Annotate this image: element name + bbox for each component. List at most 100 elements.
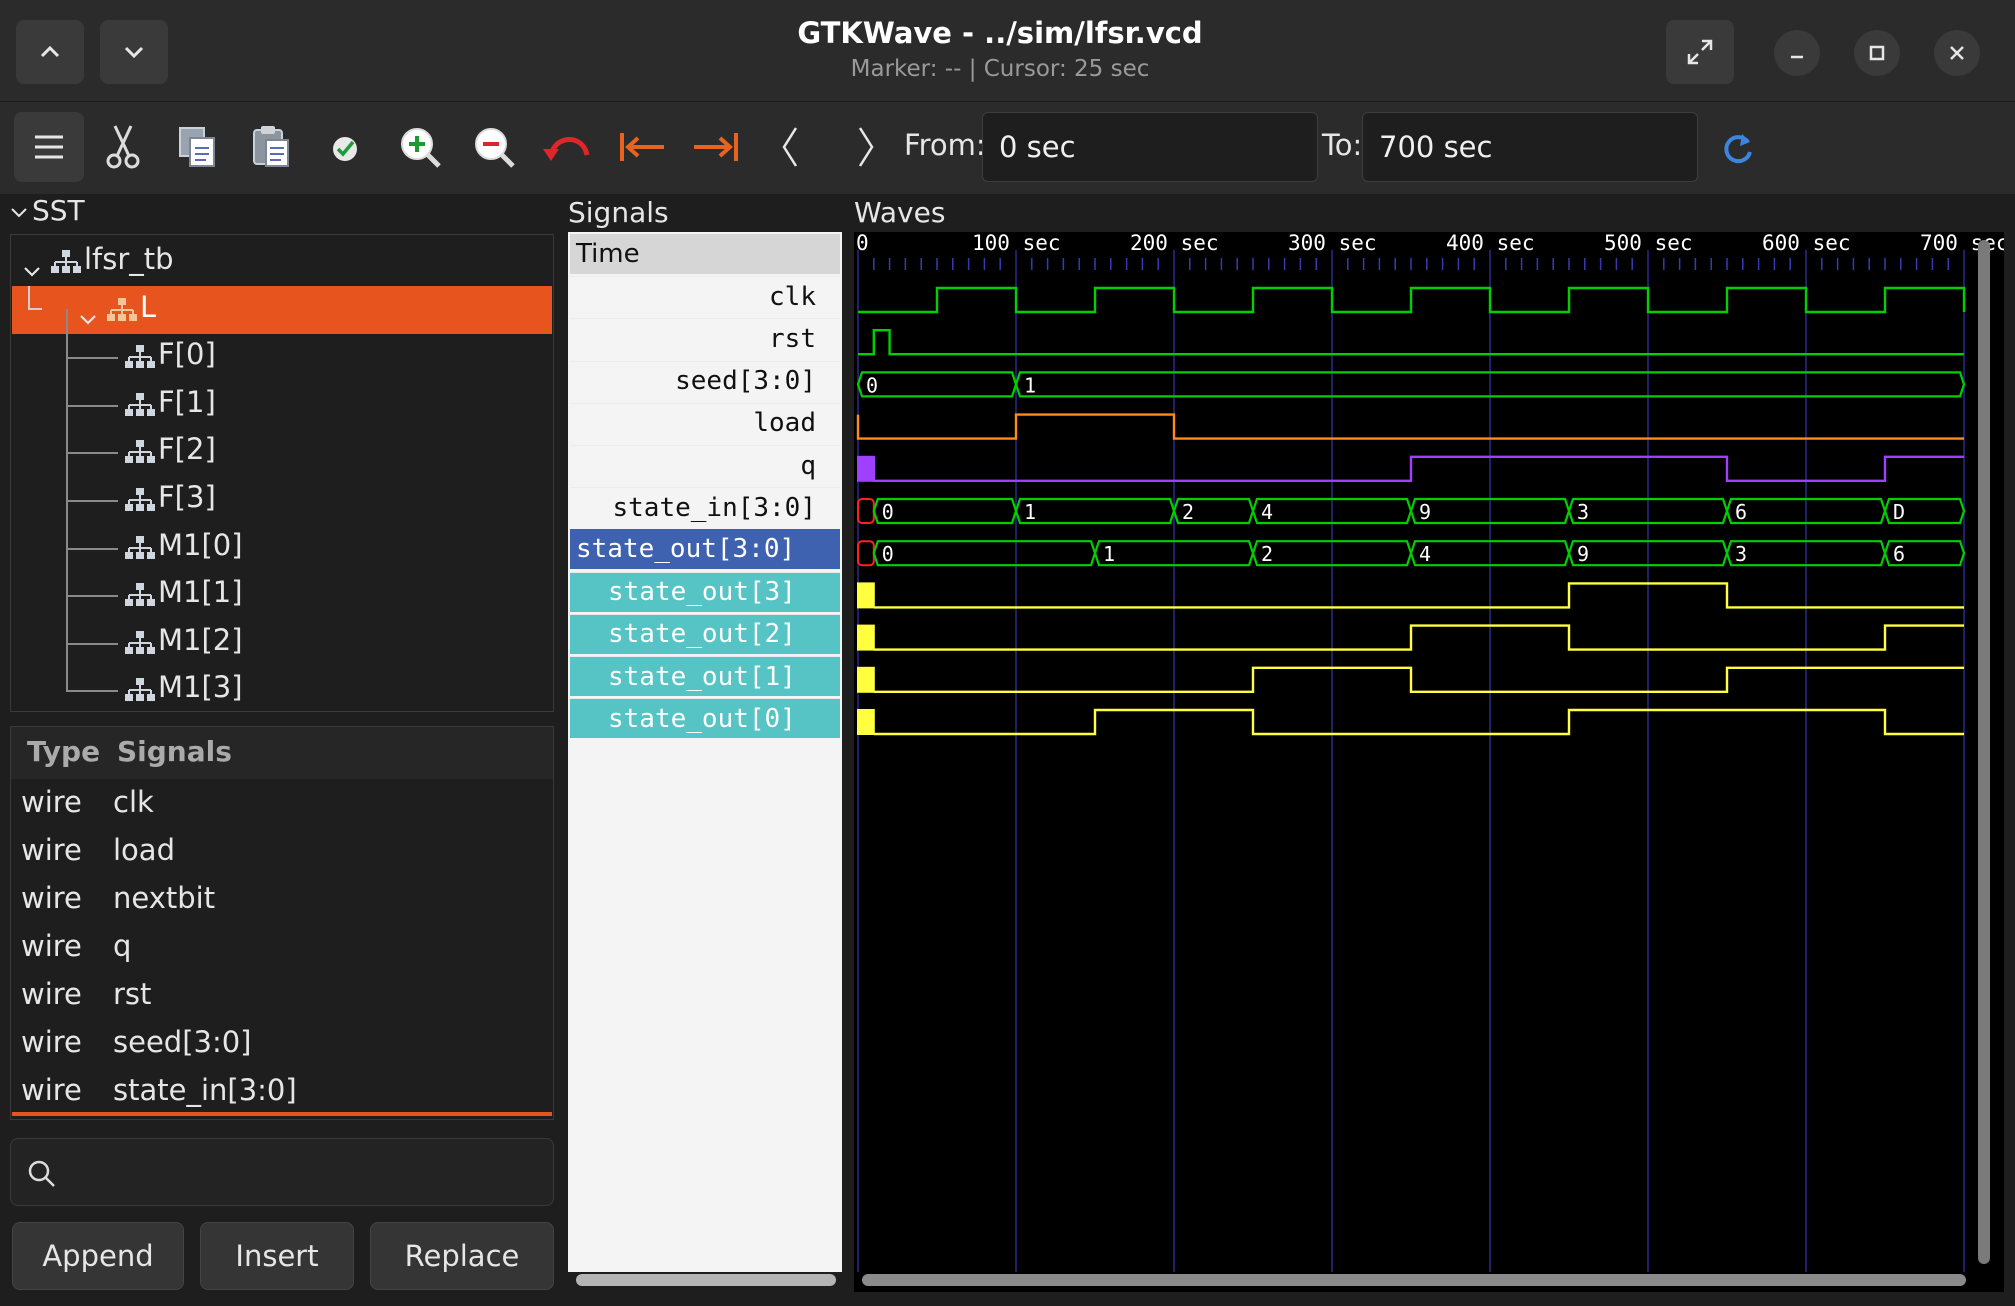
chevron-down-icon [124,46,144,59]
ruler-tick-label: 300 sec [1288,232,1377,255]
sst-tree-item[interactable]: M1[3] [12,642,552,714]
signal-waveform [858,329,1964,356]
signal-row-label: state_out[2] [608,619,796,650]
signal-search-field[interactable] [10,1138,554,1206]
module-icon [125,345,155,369]
bus-value-label: 2 [1261,542,1273,566]
signal-type-cell[interactable]: wire [21,1073,82,1107]
paste-button[interactable] [246,116,296,178]
signal-type-cell[interactable]: wire [21,1025,82,1059]
signal-name-cell[interactable]: q [113,929,131,963]
signal-row[interactable]: state_out[1] [570,656,840,696]
signal-type-cell[interactable]: wire [21,977,82,1011]
scroll-down-button[interactable] [100,20,168,84]
tree-branch-line [28,285,42,310]
signal-row[interactable]: state_out[0] [570,698,840,739]
bus-value-label: 4 [1261,500,1273,524]
next-edge-button[interactable] [846,116,886,178]
cut-button[interactable] [100,116,146,178]
bus-segment [872,540,1097,567]
menu-icon [35,135,63,159]
signal-name-cell[interactable]: rst [113,977,151,1011]
waves-vertical-scrollbar[interactable] [1978,240,1990,1264]
bus-value-label: 1 [1024,500,1036,524]
ruler-tick-label: 700 sec [1920,232,2004,255]
zoom-in-icon [401,128,441,168]
zoom-in-button[interactable] [394,116,446,178]
tree-branch-line [66,404,118,455]
select-all-icon [333,137,357,161]
close-button[interactable] [1934,30,1980,76]
signal-row-label: q [800,450,816,481]
signal-row[interactable]: state_out[3:0] [570,529,840,570]
signal-row-label: seed[3:0] [675,366,816,397]
signals-header: Signals [568,196,669,229]
append-button[interactable]: Append [12,1222,184,1290]
signal-name-cell[interactable]: clk [113,785,154,819]
reload-button[interactable] [1716,120,1760,176]
minimize-button[interactable] [1774,30,1820,76]
panel-separator[interactable] [12,1112,552,1116]
signal-row[interactable]: seed[3:0] [570,360,840,401]
insert-button[interactable]: Insert [200,1222,354,1290]
module-icon [125,392,155,416]
copy-button[interactable] [172,116,222,178]
next-edge-icon [858,127,874,167]
signal-row[interactable]: load [570,402,840,443]
bus-value-label: 9 [1419,500,1431,524]
signal-name-cell[interactable]: nextbit [113,881,215,915]
minimize-icon [1791,55,1803,59]
signal-row[interactable]: rst [570,318,840,358]
sst-tree-item[interactable]: lfsr_tb [12,238,552,286]
tree-branch-line [66,547,118,598]
zoom-begin-button[interactable] [616,116,668,178]
fullscreen-button[interactable] [1666,20,1734,84]
module-icon [125,583,155,607]
chevron-down-icon[interactable] [22,252,42,286]
signal-waveform [856,413,1964,440]
signal-row[interactable]: q [570,445,840,485]
signal-type-list: Type Signals wire clk wire load wire nextbit w… [10,726,554,1120]
sst-header-label: SST [32,194,85,227]
scroll-up-button[interactable] [16,20,84,84]
signal-name-cell[interactable]: state_in[3:0] [113,1073,297,1107]
bus-value-label: 0 [882,542,894,566]
signal-row[interactable]: state_out[2] [570,613,840,654]
ruler-tick-label: 400 sec [1446,232,1535,255]
undo-zoom-button[interactable] [540,116,594,178]
waveform-area[interactable]: 0 100 sec 200 sec 300 sec 400 sec 500 sec 600 … [854,232,2004,1292]
time-row[interactable]: Time [570,234,840,274]
zoom-out-button[interactable] [468,116,520,178]
from-time-field[interactable]: 0 sec [982,112,1318,182]
waveform-canvas[interactable]: 0 100 sec 200 sec 300 sec 400 sec 500 sec 600 … [854,232,2004,1292]
signals-column-header[interactable]: Signals [117,735,232,768]
signal-row[interactable]: state_out[3] [570,571,840,612]
to-time-field[interactable]: 700 sec [1362,112,1698,182]
ruler-tick-label: 100 sec [972,232,1061,255]
tree-branch-line [66,452,118,502]
zoom-end-button[interactable] [690,116,742,178]
prev-edge-button[interactable] [770,116,810,178]
select-all-button[interactable] [322,116,368,178]
signal-row[interactable]: state_in[3:0] [570,487,840,527]
waves-horizontal-scrollbar[interactable] [862,1274,1966,1286]
signal-row[interactable]: clk [570,276,840,316]
ruler-tick-label: 200 sec [1130,232,1219,255]
type-column-header[interactable]: Type [27,735,100,768]
signal-type-cell[interactable]: wire [21,785,82,819]
signal-type-cell[interactable]: wire [21,881,82,915]
signal-waveform [873,582,1964,609]
signal-row-label: Time [576,239,640,269]
signals-scrollbar[interactable] [576,1274,836,1286]
waves-header: Waves [854,196,946,229]
menu-button[interactable] [14,112,84,182]
maximize-button[interactable] [1854,30,1900,76]
signal-name-cell[interactable]: load [113,833,175,867]
signal-waveform [873,666,1964,693]
window-subtitle: Marker: -- | Cursor: 25 sec [850,56,1150,82]
signal-type-cell[interactable]: wire [21,929,82,963]
signal-type-cell[interactable]: wire [21,833,82,867]
signal-name-cell[interactable]: seed[3:0] [113,1025,252,1059]
replace-button[interactable]: Replace [370,1222,554,1290]
sst-header[interactable]: SST [10,194,85,227]
